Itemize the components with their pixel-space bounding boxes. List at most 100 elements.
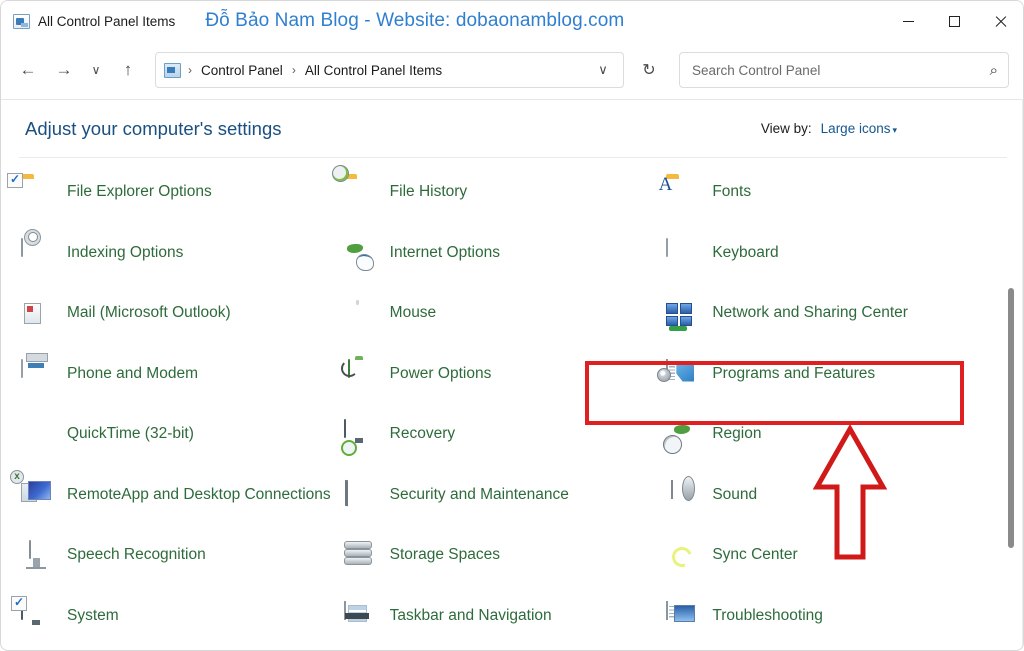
item-label: Sync Center [712,546,798,563]
item-label: Mouse [389,304,437,321]
control-panel-item-troubleshooting[interactable]: Troubleshooting [666,596,989,637]
view-by-control: View by: Large icons ▾ [761,121,897,136]
view-by-value-text: Large icons [820,121,891,136]
folder-font-icon [666,178,698,210]
mouse-icon [344,299,376,331]
item-label: Sound [712,485,758,503]
control-panel-item-internet-options[interactable]: Internet Options [344,233,667,294]
keyboard-icon [666,237,698,271]
speaker-icon [666,479,698,513]
breadcrumb-separator-1: › [188,63,192,77]
monitor-check-icon [11,595,53,634]
search-input[interactable] [692,62,990,78]
search-box[interactable]: ⌕ [679,52,1009,88]
control-panel-item-phone-and-modem[interactable]: Phone and Modem [21,354,344,415]
item-label: Network and Sharing Center [712,304,908,321]
address-history-button[interactable]: ∨ [589,56,617,84]
control-panel-item-recovery[interactable]: Recovery [340,414,667,475]
control-panel-item-power-options[interactable]: Power Options [344,354,667,415]
view-by-caret-icon: ▾ [892,125,897,135]
navigation-bar: ← → ∨ ↑ › Control Panel › All Control Pa… [1,41,1023,99]
scrollbar-thumb[interactable] [1008,288,1014,548]
back-button[interactable]: ← [11,53,45,87]
breadcrumb-item-control-panel[interactable]: Control Panel [199,60,285,81]
chevron-down-icon: ∨ [91,63,101,77]
back-arrow-icon: ← [19,60,37,79]
control-panel-item-sound[interactable]: Sound [666,475,989,536]
item-label: Fonts [712,183,752,200]
item-label: Programs and Features [712,364,876,382]
item-label: Security and Maintenance [389,485,569,503]
remoteapp-icon: x [10,469,53,513]
control-panel-item-quicktime[interactable]: QuickTime (32-bit) [21,414,344,475]
forward-button[interactable]: → [47,53,81,87]
folder-check-icon [7,172,53,210]
control-panel-item-remoteapp-and-desktop-connections[interactable]: x RemoteApp and Desktop Connections [10,469,344,536]
disk-magnifier-icon [21,237,53,271]
sync-icon [666,541,698,573]
close-button[interactable] [977,1,1023,41]
control-panel-item-network-and-sharing-center[interactable]: Network and Sharing Center [666,293,989,354]
control-panel-item-fonts[interactable]: Fonts [666,172,989,233]
control-panel-item-keyboard[interactable]: Keyboard [666,233,989,294]
vertical-scrollbar[interactable] [1005,158,1017,636]
recent-locations-button[interactable]: ∨ [83,53,109,87]
maximize-icon [948,15,960,27]
battery-plug-icon [344,358,376,392]
close-icon [994,15,1007,28]
page-title: Adjust your computer's settings [25,117,282,139]
quicktime-icon [21,420,53,452]
control-panel-item-region[interactable]: Region [666,414,989,475]
item-label: Troubleshooting [712,606,823,624]
item-label: QuickTime (32-bit) [67,425,194,442]
control-panel-item-taskbar-and-navigation[interactable]: Taskbar and Navigation [343,596,667,637]
item-label: System [67,606,119,624]
window-controls [885,1,1023,41]
troubleshooting-icon [666,600,698,634]
fax-modem-icon [21,358,53,392]
title-bar-left: All Control Panel Items Đỗ Bảo Nam Blog … [1,10,624,32]
control-panel-item-indexing-options[interactable]: Indexing Options [21,233,344,294]
control-panel-item-mouse[interactable]: Mouse [344,293,667,354]
control-panel-item-mail[interactable]: Mail (Microsoft Outlook) [21,293,344,354]
address-bar[interactable]: › Control Panel › All Control Panel Item… [155,52,624,88]
maximize-button[interactable] [931,1,977,41]
globe-list-icon [344,239,376,271]
item-label: Internet Options [389,243,500,261]
control-panel-items-grid: File Explorer Options File History Fonts [1,172,1023,636]
search-icon: ⌕ [989,61,998,79]
item-label: File Explorer Options [67,183,212,200]
refresh-button[interactable]: ↻ [632,53,666,87]
item-label: Storage Spaces [389,546,500,563]
control-panel-item-security-and-maintenance[interactable]: Security and Maintenance [344,475,667,536]
network-icon [666,299,698,331]
control-panel-icon [13,13,30,29]
items-area: File Explorer Options File History Fonts [1,158,1023,636]
control-panel-item-file-explorer-options[interactable]: File Explorer Options [7,172,344,233]
item-label: Indexing Options [67,243,184,261]
microphone-icon [21,540,53,573]
item-label: Power Options [389,364,492,382]
globe-clock-icon [666,420,698,452]
item-label: RemoteApp and Desktop Connections [67,485,331,503]
disk-stack-icon [343,541,376,573]
control-panel-item-file-history[interactable]: File History [344,172,667,233]
item-label: Speech Recognition [67,546,206,563]
item-label: Mail (Microsoft Outlook) [67,304,231,321]
view-by-value[interactable]: Large icons ▾ [821,121,897,136]
item-label: Keyboard [712,243,779,261]
control-panel-item-storage-spaces[interactable]: Storage Spaces [343,535,667,596]
minimize-icon [902,20,914,22]
content-header: Adjust your computer's settings View by:… [1,100,1023,157]
control-panel-item-system[interactable]: System [11,595,344,637]
control-panel-item-sync-center[interactable]: Sync Center [666,535,989,596]
window-title: All Control Panel Items [38,13,176,29]
programs-disc-icon [657,358,698,392]
breadcrumb-item-all-control-panel-items[interactable]: All Control Panel Items [303,60,444,81]
control-panel-item-speech-recognition[interactable]: Speech Recognition [21,535,344,596]
content-right-edge [1022,99,1023,650]
minimize-button[interactable] [885,1,931,41]
title-bar: All Control Panel Items Đỗ Bảo Nam Blog … [1,1,1023,41]
control-panel-item-programs-and-features[interactable]: Programs and Features [657,354,989,415]
up-button[interactable]: ↑ [111,53,145,87]
